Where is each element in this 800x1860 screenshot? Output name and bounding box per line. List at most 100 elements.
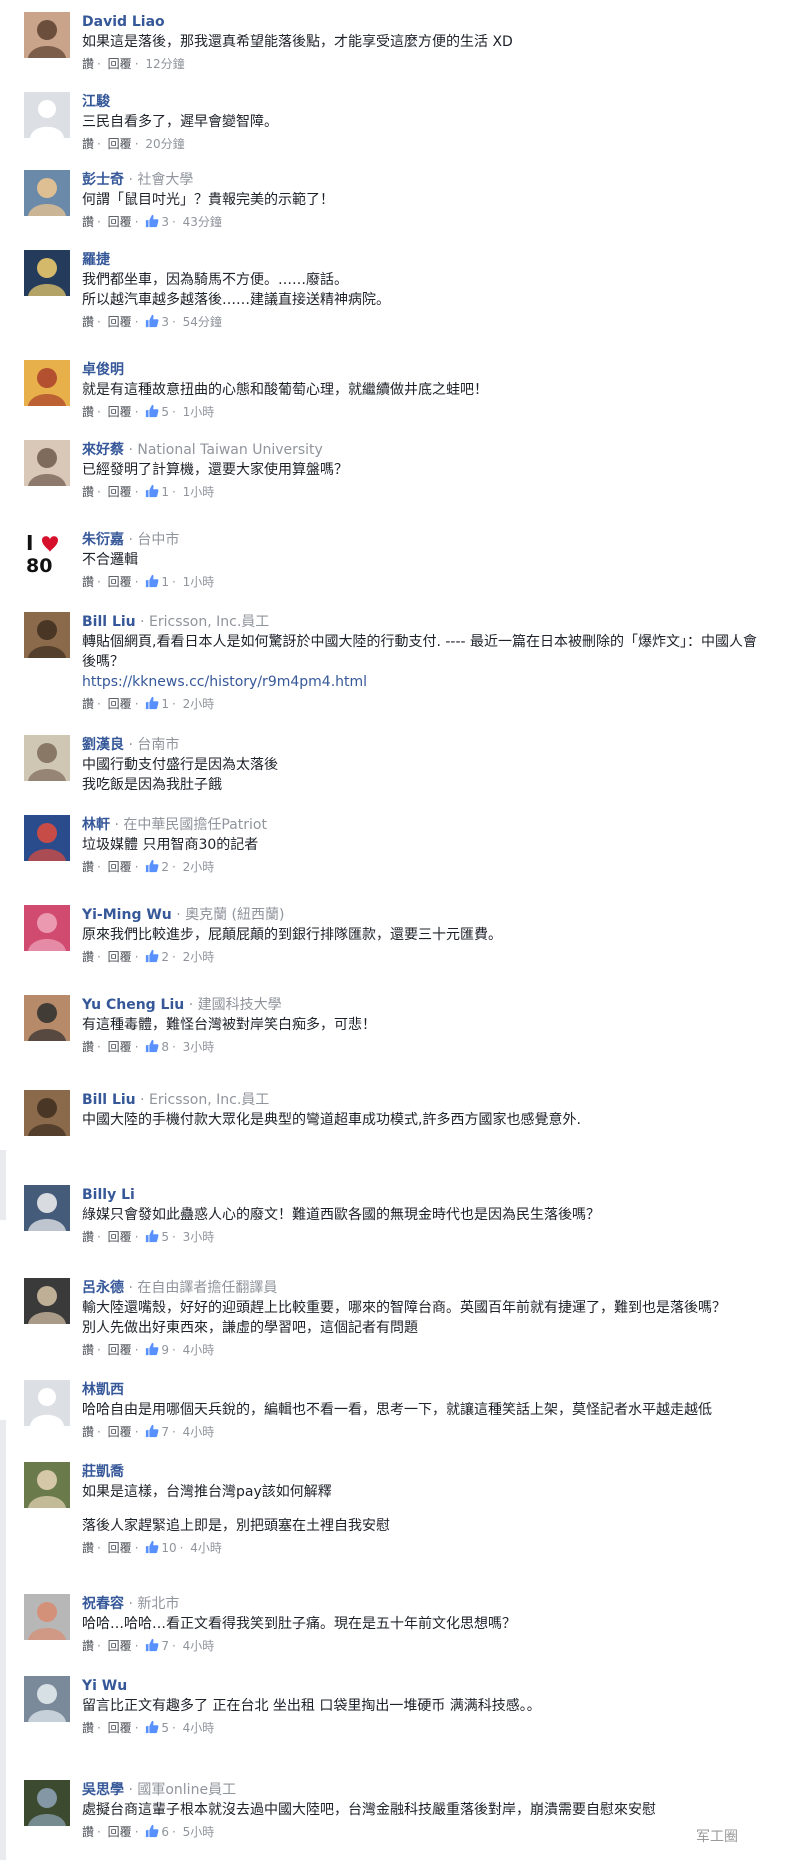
comment-time[interactable]: 4小時	[183, 1636, 215, 1656]
commenter-name[interactable]: 來好蔡	[82, 442, 124, 458]
commenter-name[interactable]: Billy Li	[82, 1187, 135, 1203]
like-button[interactable]: 讚	[82, 1037, 94, 1057]
like-button[interactable]: 讚	[82, 54, 94, 74]
reply-button[interactable]: 回覆	[108, 1636, 132, 1656]
avatar[interactable]	[24, 1185, 70, 1231]
commenter-name[interactable]: 呂永德	[82, 1280, 124, 1296]
like-count[interactable]: 1	[145, 482, 169, 502]
avatar[interactable]	[24, 360, 70, 406]
reply-button[interactable]: 回覆	[108, 1538, 132, 1558]
comment-time[interactable]: 2小時	[183, 947, 215, 967]
reply-button[interactable]: 回覆	[108, 212, 132, 232]
commenter-name[interactable]: Yu Cheng Liu	[82, 997, 184, 1013]
comment-time[interactable]: 4小時	[183, 1718, 215, 1738]
commenter-name[interactable]: 江駿	[82, 94, 110, 110]
comment-time[interactable]: 4小時	[183, 1340, 215, 1360]
comment-time[interactable]: 1小時	[183, 402, 215, 422]
avatar[interactable]	[24, 1090, 70, 1136]
like-count[interactable]: 1	[145, 694, 169, 714]
commenter-name[interactable]: 彭士奇	[82, 172, 124, 188]
commenter-name[interactable]: 劉漢良	[82, 737, 124, 753]
like-button[interactable]: 讚	[82, 312, 94, 332]
commenter-name[interactable]: Yi Wu	[82, 1678, 127, 1694]
comment-time[interactable]: 2小時	[183, 857, 215, 877]
commenter-name[interactable]: 羅捷	[82, 252, 110, 268]
reply-button[interactable]: 回覆	[108, 312, 132, 332]
reply-button[interactable]: 回覆	[108, 482, 132, 502]
like-button[interactable]: 讚	[82, 1718, 94, 1738]
commenter-name[interactable]: 莊凱喬	[82, 1464, 124, 1480]
comment-time[interactable]: 2小時	[183, 694, 215, 714]
reply-button[interactable]: 回覆	[108, 54, 132, 74]
reply-button[interactable]: 回覆	[108, 1227, 132, 1247]
avatar[interactable]	[24, 1676, 70, 1722]
avatar[interactable]	[24, 1594, 70, 1640]
avatar[interactable]	[24, 735, 70, 781]
avatar[interactable]	[24, 440, 70, 486]
like-button[interactable]: 讚	[82, 1422, 94, 1442]
like-count[interactable]: 5	[145, 1227, 169, 1247]
like-count[interactable]: 1	[145, 572, 169, 592]
commenter-name[interactable]: 林凱西	[82, 1382, 124, 1398]
like-button[interactable]: 讚	[82, 857, 94, 877]
reply-button[interactable]: 回覆	[108, 134, 132, 154]
like-button[interactable]: 讚	[82, 402, 94, 422]
comment-time[interactable]: 12分鐘	[145, 54, 184, 74]
like-button[interactable]: 讚	[82, 694, 94, 714]
comment-time[interactable]: 3小時	[183, 1037, 215, 1057]
like-button[interactable]: 讚	[82, 572, 94, 592]
commenter-name[interactable]: 朱衍嘉	[82, 532, 124, 548]
reply-button[interactable]: 回覆	[108, 402, 132, 422]
comment-time[interactable]: 5小時	[183, 1822, 215, 1842]
avatar[interactable]	[24, 815, 70, 861]
commenter-name[interactable]: 卓俊明	[82, 362, 124, 378]
like-button[interactable]: 讚	[82, 947, 94, 967]
comment-time[interactable]: 1小時	[183, 572, 215, 592]
reply-button[interactable]: 回覆	[108, 947, 132, 967]
avatar[interactable]	[24, 250, 70, 296]
avatar[interactable]	[24, 1278, 70, 1324]
commenter-name[interactable]: 林軒	[82, 817, 110, 833]
commenter-name[interactable]: Bill Liu	[82, 614, 136, 630]
like-count[interactable]: 8	[145, 1037, 169, 1057]
like-count[interactable]: 2	[145, 947, 169, 967]
comment-time[interactable]: 4小時	[183, 1422, 215, 1442]
comment-time[interactable]: 43分鐘	[183, 212, 222, 232]
like-button[interactable]: 讚	[82, 134, 94, 154]
reply-button[interactable]: 回覆	[108, 1422, 132, 1442]
like-count[interactable]: 7	[145, 1636, 169, 1656]
reply-button[interactable]: 回覆	[108, 1340, 132, 1360]
like-count[interactable]: 2	[145, 857, 169, 877]
avatar[interactable]	[24, 170, 70, 216]
like-count[interactable]: 5	[145, 402, 169, 422]
avatar[interactable]	[24, 1462, 70, 1508]
comment-time[interactable]: 54分鐘	[183, 312, 222, 332]
like-button[interactable]: 讚	[82, 1636, 94, 1656]
avatar[interactable]	[24, 92, 70, 138]
avatar[interactable]	[24, 1780, 70, 1826]
like-button[interactable]: 讚	[82, 212, 94, 232]
avatar[interactable]	[24, 1380, 70, 1426]
like-count[interactable]: 9	[145, 1340, 169, 1360]
reply-button[interactable]: 回覆	[108, 1822, 132, 1842]
like-count[interactable]: 3	[145, 212, 169, 232]
avatar[interactable]	[24, 612, 70, 658]
reply-button[interactable]: 回覆	[108, 1718, 132, 1738]
like-button[interactable]: 讚	[82, 1538, 94, 1558]
reply-button[interactable]: 回覆	[108, 1037, 132, 1057]
avatar[interactable]: I 80	[24, 530, 70, 576]
avatar[interactable]	[24, 995, 70, 1041]
like-count[interactable]: 7	[145, 1422, 169, 1442]
reply-button[interactable]: 回覆	[108, 572, 132, 592]
commenter-name[interactable]: 祝春容	[82, 1596, 124, 1612]
like-button[interactable]: 讚	[82, 1227, 94, 1247]
like-count[interactable]: 6	[145, 1822, 169, 1842]
comment-link[interactable]: https://kknews.cc/history/r9m4pm4.html	[82, 672, 800, 692]
reply-button[interactable]: 回覆	[108, 857, 132, 877]
like-button[interactable]: 讚	[82, 1340, 94, 1360]
commenter-name[interactable]: Bill Liu	[82, 1092, 136, 1108]
commenter-name[interactable]: David Liao	[82, 14, 165, 30]
avatar[interactable]	[24, 12, 70, 58]
avatar[interactable]	[24, 905, 70, 951]
commenter-name[interactable]: 吳思學	[82, 1782, 124, 1798]
